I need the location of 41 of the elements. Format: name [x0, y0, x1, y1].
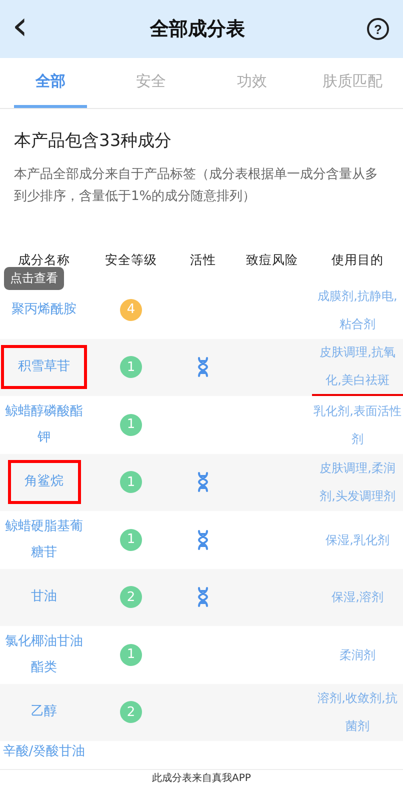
tab[interactable]: 安全	[114, 58, 188, 108]
tab[interactable]: 全部	[14, 58, 87, 108]
ingredient-name[interactable]: 角鲨烷	[10, 463, 78, 502]
column-header: 使用目的	[330, 252, 384, 268]
safety-badge: 1	[120, 644, 142, 666]
purpose-text: 保湿,乳化剂	[326, 532, 390, 549]
help-button[interactable]: ?	[367, 18, 389, 40]
purpose-text: 保湿,溶剂	[332, 589, 384, 606]
page-title: 全部成分表	[150, 17, 245, 42]
ingredient-name[interactable]: 氯化椰油甘油酯类	[0, 628, 88, 681]
ingredient-count: 本产品包含33种成分	[14, 130, 173, 152]
tooltip: 点击查看	[4, 267, 64, 290]
purpose-text: 乳化剂,表面活性剂	[312, 402, 402, 448]
column-header: 安全等级	[104, 252, 158, 268]
safety-badge: 2	[120, 586, 142, 608]
ingredient-name[interactable]: 聚丙烯酰胺	[12, 296, 76, 323]
purpose-text: 溶剂,收敛剂,抗菌剂	[316, 690, 398, 736]
tab[interactable]: 功效	[216, 58, 288, 108]
column-header: 致痘风险	[245, 252, 299, 268]
purpose-text: 成膜剂,抗静电,粘合剂	[316, 288, 398, 333]
column-header: 成分名称	[17, 252, 71, 268]
purpose-text: 皮肤调理,抗氧化,美白祛斑	[312, 338, 403, 396]
back-button[interactable]: ‹	[12, 6, 28, 52]
safety-badge: 4	[120, 298, 142, 321]
safety-badge: 1	[120, 356, 142, 378]
ingredient-name[interactable]: 鲸蜡醇磷酸酯钾	[0, 398, 88, 451]
column-header: 活性	[189, 252, 217, 268]
safety-badge: 1	[120, 471, 142, 494]
purpose-text: 皮肤调理,柔润剂,头发调理剂	[318, 460, 396, 506]
tab[interactable]: 肤质匹配	[316, 58, 389, 108]
safety-badge: 1	[120, 414, 142, 436]
purpose-text: 柔润剂	[340, 646, 376, 664]
ingredient-name[interactable]: 乙醇	[31, 699, 57, 726]
ingredient-name[interactable]: 辛酸/癸酸甘油	[2, 739, 86, 765]
ingredient-name[interactable]: 积雪草苷	[4, 348, 84, 386]
source-note: 此成分表来自真我APP	[0, 769, 403, 788]
description-text: 本产品全部成分来自于产品标签（成分表根据单一成分含量从多到少排序，含量低于1%的成分随意排列）	[14, 166, 379, 206]
ingredient-name[interactable]: 鲸蜡硬脂基葡糖苷	[0, 514, 88, 566]
safety-badge: 2	[120, 701, 142, 724]
ingredient-name[interactable]: 甘油	[31, 584, 57, 610]
safety-badge: 1	[120, 528, 142, 551]
